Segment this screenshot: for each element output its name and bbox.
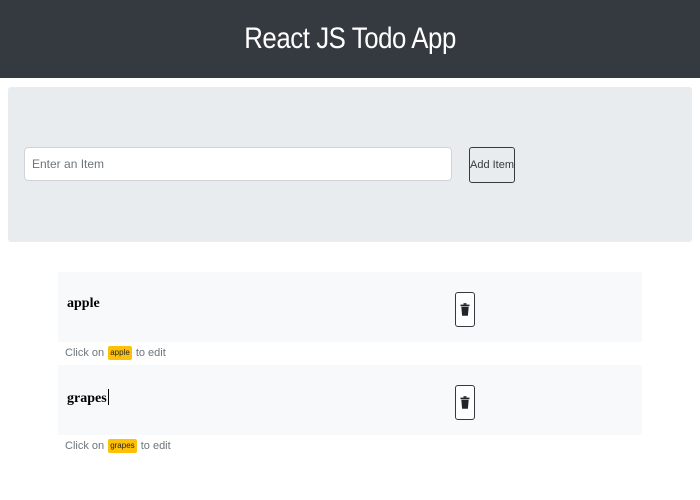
add-item-panel: Add Item: [8, 87, 692, 242]
todo-item: grapes: [58, 365, 642, 435]
todo-item: apple: [58, 272, 642, 342]
add-item-button[interactable]: Add Item: [469, 147, 515, 183]
todo-item-label: grapes: [67, 391, 107, 406]
app-header: React JS Todo App: [0, 0, 700, 78]
todo-item-text[interactable]: apple: [67, 296, 100, 312]
edit-hint-suffix: to edit: [135, 347, 166, 359]
todo-item-text[interactable]: grapes: [67, 389, 109, 407]
text-caret: [107, 389, 109, 405]
edit-hint: Click on apple to edit: [58, 342, 642, 365]
trash-icon: [460, 396, 470, 409]
edit-hint-suffix: to edit: [140, 440, 171, 452]
edit-hint-tag: apple: [108, 346, 132, 361]
item-input[interactable]: [24, 147, 452, 181]
edit-hint-prefix: Click on: [65, 440, 105, 452]
edit-hint-prefix: Click on: [65, 347, 105, 359]
edit-hint: Click on grapes to edit: [58, 435, 642, 458]
app-title: React JS Todo App: [244, 22, 456, 55]
edit-hint-tag: grapes: [108, 439, 137, 454]
delete-button[interactable]: [455, 292, 475, 327]
trash-icon: [460, 303, 470, 316]
delete-button[interactable]: [455, 385, 475, 420]
todo-list: apple Click on apple to edit grapes Clic…: [58, 272, 642, 458]
